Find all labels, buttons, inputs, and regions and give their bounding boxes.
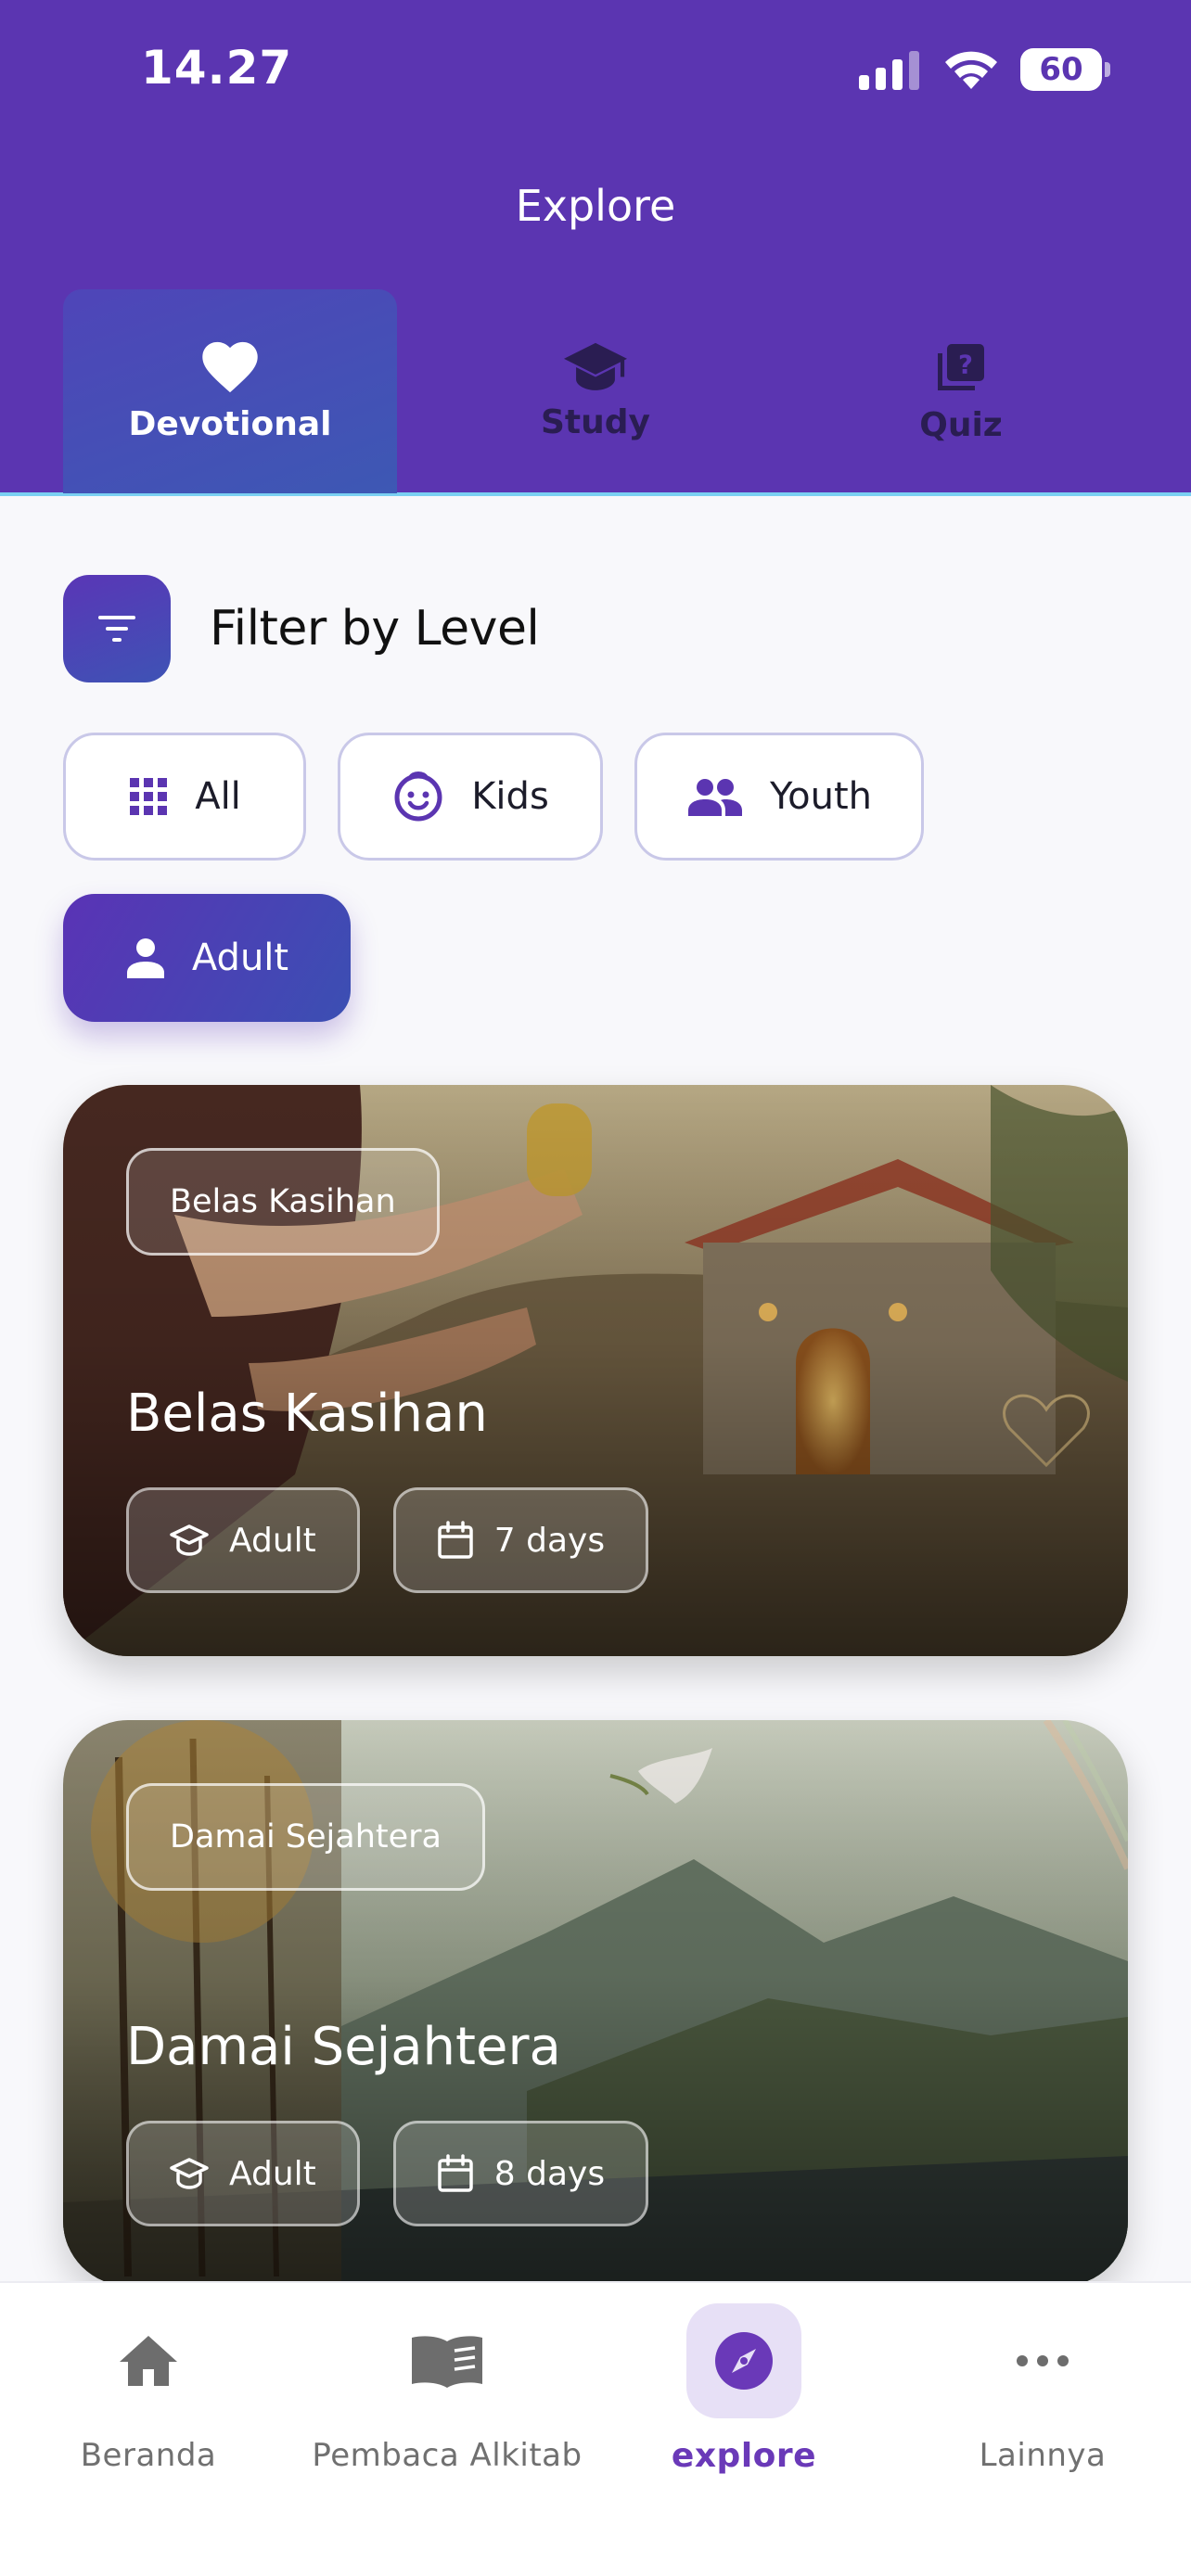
nav-label: explore	[671, 2437, 817, 2475]
level-label: Adult	[229, 2154, 316, 2193]
tab-study[interactable]: Study	[429, 289, 762, 493]
nav-label: Lainnya	[979, 2437, 1107, 2474]
filter-title: Filter by Level	[210, 601, 540, 657]
book-icon	[412, 2336, 482, 2388]
nav-icon-wrap	[390, 2303, 505, 2418]
level-badge: Adult	[126, 2121, 360, 2226]
card-tag: Damai Sejahtera	[126, 1783, 485, 1891]
graduation-cap-icon	[170, 2158, 209, 2189]
child-face-icon	[394, 772, 442, 822]
quiz-icon: ?	[938, 343, 984, 390]
chip-label: Adult	[191, 937, 289, 979]
nav-icon-wrap	[686, 2303, 801, 2418]
filter-button[interactable]	[63, 575, 171, 682]
nav-explore[interactable]: explore	[596, 2303, 892, 2475]
wifi-icon	[945, 51, 997, 89]
nav-lainnya[interactable]: Lainnya	[894, 2303, 1191, 2474]
chip-label: Youth	[770, 775, 872, 818]
chip-all[interactable]: All	[63, 733, 306, 861]
battery-indicator: 60	[1020, 48, 1110, 91]
graduation-cap-icon	[170, 1524, 209, 1556]
duration-label: 7 days	[493, 1521, 606, 1560]
home-icon	[120, 2336, 177, 2386]
nav-pembaca-alkitab[interactable]: Pembaca Alkitab	[299, 2303, 596, 2474]
nav-beranda[interactable]: Beranda	[0, 2303, 297, 2474]
card-title: Damai Sejahtera	[126, 2017, 561, 2077]
filter-header: Filter by Level	[63, 575, 540, 682]
compass-icon	[715, 2332, 773, 2390]
chip-youth[interactable]: Youth	[634, 733, 924, 861]
app-header: 14.27 60 Explore Devotional Study ? Quiz	[0, 0, 1191, 496]
chip-kids[interactable]: Kids	[338, 733, 603, 861]
nav-icon-wrap	[91, 2303, 206, 2418]
svg-text:?: ?	[958, 350, 973, 379]
status-time: 14.27	[141, 41, 293, 95]
level-badge: Adult	[126, 1487, 360, 1593]
category-tabs: Devotional Study ? Quiz	[63, 289, 1128, 493]
tab-label: Quiz	[919, 405, 1003, 444]
duration-badge: 7 days	[392, 1487, 649, 1593]
duration-badge: 8 days	[392, 2121, 649, 2226]
nav-label: Beranda	[80, 2437, 217, 2474]
card-tag: Belas Kasihan	[126, 1148, 440, 1256]
tab-quiz[interactable]: ? Quiz	[794, 289, 1128, 493]
level-label: Adult	[229, 1521, 316, 1560]
tab-devotional[interactable]: Devotional	[63, 289, 397, 493]
chip-label: Kids	[471, 775, 549, 818]
tab-label: Devotional	[128, 404, 332, 443]
person-icon	[126, 938, 164, 978]
nav-label: Pembaca Alkitab	[312, 2437, 583, 2474]
devotional-card[interactable]: Belas Kasihan Belas Kasihan Adult 7 days	[63, 1085, 1128, 1656]
devotional-card[interactable]: Damai Sejahtera Damai Sejahtera Adult 8 …	[63, 1720, 1128, 2286]
calendar-icon	[438, 1521, 473, 1559]
calendar-icon	[438, 2154, 473, 2192]
chip-label: All	[195, 775, 241, 818]
group-icon	[688, 779, 742, 816]
nav-icon-wrap	[985, 2303, 1100, 2418]
more-icon	[1017, 2355, 1069, 2366]
duration-label: 8 days	[493, 2154, 606, 2193]
grid-icon	[130, 778, 168, 815]
signal-icon	[859, 51, 919, 90]
card-title: Belas Kasihan	[126, 1384, 488, 1444]
tab-label: Study	[540, 402, 650, 441]
filter-icon	[98, 616, 135, 642]
card-badges: Adult 8 days	[126, 2121, 649, 2226]
status-icons: 60	[859, 46, 1110, 93]
chip-adult[interactable]: Adult	[63, 894, 351, 1022]
bottom-navigation: Beranda Pembaca Alkitab explore Lainnya	[0, 2281, 1191, 2576]
card-badges: Adult 7 days	[126, 1487, 649, 1593]
page-title: Explore	[515, 181, 676, 231]
graduation-cap-icon	[564, 342, 627, 390]
heart-icon	[202, 341, 258, 392]
